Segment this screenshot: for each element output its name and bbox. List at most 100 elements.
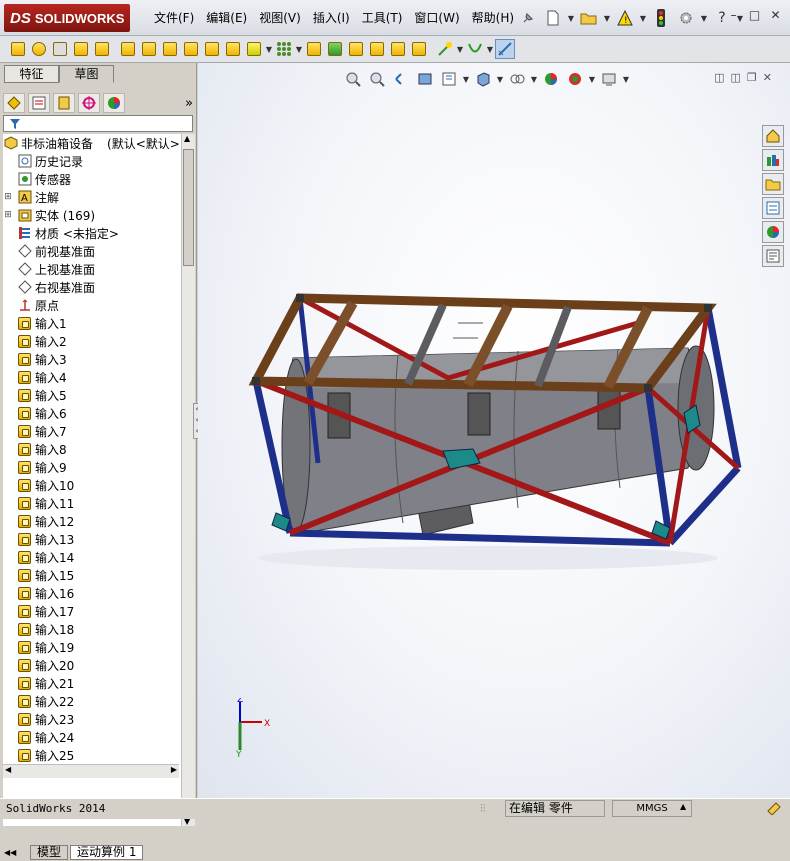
appearances-icon[interactable] <box>762 221 784 243</box>
hole-wizard-icon[interactable] <box>223 39 243 59</box>
tab-features[interactable]: 特征 <box>4 65 59 83</box>
dynamic-annotation-icon[interactable] <box>438 69 460 89</box>
tree-item-input[interactable]: 输入3 <box>3 350 181 368</box>
menu-file[interactable]: 文件(F) <box>148 9 200 27</box>
tree-item-input[interactable]: 输入1 <box>3 314 181 332</box>
tree-item[interactable]: 传感器 <box>3 170 181 188</box>
tree-vertical-scrollbar[interactable]: ▲ ▼ <box>181 134 195 826</box>
instant3d-icon[interactable] <box>495 39 515 59</box>
chevron-down-icon[interactable]: ▼ <box>496 75 504 84</box>
tab-motion-study[interactable]: 运动算例 1 <box>70 844 144 860</box>
tree-item[interactable]: 原点 <box>3 296 181 314</box>
chevron-down-icon[interactable]: ▼ <box>700 14 708 23</box>
rib-icon[interactable] <box>304 39 324 59</box>
boundary-cut-icon[interactable] <box>202 39 222 59</box>
split-horizontal-icon[interactable]: ◫ <box>731 71 741 84</box>
tree-item-input[interactable]: 输入2 <box>3 332 181 350</box>
tree-item-input[interactable]: 输入8 <box>3 440 181 458</box>
solidworks-logo[interactable]: DS SOLIDWORKS <box>4 4 130 32</box>
view-palette-icon[interactable] <box>762 197 784 219</box>
tree-item-input[interactable]: 输入20 <box>3 656 181 674</box>
tree-item[interactable]: 上视基准面 <box>3 260 181 278</box>
model-3d-view[interactable] <box>218 273 778 573</box>
menu-help[interactable]: 帮助(H) <box>466 9 520 27</box>
display-manager-icon[interactable] <box>103 93 125 113</box>
expand-panel-icon[interactable]: » <box>185 96 193 111</box>
chevron-down-icon[interactable]: ▼ <box>588 75 596 84</box>
chevron-down-icon[interactable]: ▼ <box>456 45 464 54</box>
zoom-to-fit-icon[interactable] <box>342 69 364 89</box>
menu-insert[interactable]: 插入(I) <box>307 9 356 27</box>
extruded-cut-icon[interactable] <box>118 39 138 59</box>
tree-item-input[interactable]: 输入22 <box>3 692 181 710</box>
tree-item-input[interactable]: 输入15 <box>3 566 181 584</box>
tree-item-input[interactable]: 输入24 <box>3 728 181 746</box>
zoom-to-area-icon[interactable] <box>366 69 388 89</box>
tree-item-input[interactable]: 输入12 <box>3 512 181 530</box>
tree-item-input[interactable]: 输入10 <box>3 476 181 494</box>
options-gear-icon[interactable] <box>675 8 697 28</box>
tree-item-input[interactable]: 输入13 <box>3 530 181 548</box>
file-explorer-icon[interactable] <box>762 173 784 195</box>
scroll-right-icon[interactable]: ▶ <box>171 765 177 774</box>
tree-item-input[interactable]: 输入16 <box>3 584 181 602</box>
tree-item-input[interactable]: 输入23 <box>3 710 181 728</box>
edit-appearance-icon[interactable] <box>540 69 562 89</box>
chevron-down-icon[interactable]: ▼ <box>622 75 630 84</box>
section-view-icon[interactable] <box>414 69 436 89</box>
tree-item-input[interactable]: 输入11 <box>3 494 181 512</box>
feature-manager-tree-icon[interactable] <box>3 93 25 113</box>
tree-item-input[interactable]: 输入18 <box>3 620 181 638</box>
rebuild-warning-icon[interactable]: ! <box>614 8 636 28</box>
tree-item-input[interactable]: 输入14 <box>3 548 181 566</box>
menu-tools[interactable]: 工具(T) <box>356 9 409 27</box>
chevron-down-icon[interactable]: ▼ <box>639 14 647 23</box>
dimxpert-manager-icon[interactable] <box>78 93 100 113</box>
wrap-icon[interactable] <box>367 39 387 59</box>
solidworks-resources-icon[interactable] <box>762 125 784 147</box>
property-manager-icon[interactable] <box>28 93 50 113</box>
chevron-down-icon[interactable]: ▼ <box>530 75 538 84</box>
draft-icon[interactable] <box>325 39 345 59</box>
scroll-left-icon[interactable]: ◀ <box>5 765 11 774</box>
tree-item[interactable]: 历史记录 <box>3 152 181 170</box>
tree-item-input[interactable]: 输入7 <box>3 422 181 440</box>
design-library-icon[interactable] <box>762 149 784 171</box>
new-document-icon[interactable] <box>542 8 564 28</box>
tree-item[interactable]: 材质 <未指定> <box>3 224 181 242</box>
tree-item-input[interactable]: 输入6 <box>3 404 181 422</box>
curves-icon[interactable] <box>465 39 485 59</box>
tree-item-input[interactable]: 输入19 <box>3 638 181 656</box>
pin-icon[interactable] <box>517 8 539 28</box>
shell-icon[interactable] <box>346 39 366 59</box>
fillet-icon[interactable] <box>244 39 264 59</box>
custom-properties-icon[interactable] <box>762 245 784 267</box>
tree-item-input[interactable]: 输入25 <box>3 746 181 764</box>
tree-item-input[interactable]: 输入17 <box>3 602 181 620</box>
rebuild-status-icon[interactable] <box>766 801 782 818</box>
menu-edit[interactable]: 编辑(E) <box>200 9 253 27</box>
lofted-boss-icon[interactable] <box>71 39 91 59</box>
extruded-boss-icon[interactable] <box>8 39 28 59</box>
close-viewport-icon[interactable]: ✕ <box>763 71 772 84</box>
tree-item[interactable]: ⊞ A 注解 <box>3 188 181 206</box>
close-icon[interactable]: ✕ <box>767 9 784 24</box>
swept-boss-icon[interactable] <box>50 39 70 59</box>
tab-nav-arrows[interactable]: ◀◀ <box>4 848 28 857</box>
tree-item-input[interactable]: 输入21 <box>3 674 181 692</box>
chevron-down-icon[interactable]: ▼ <box>265 45 273 54</box>
menu-window[interactable]: 窗口(W) <box>408 9 465 27</box>
swept-cut-icon[interactable] <box>160 39 180 59</box>
reference-geometry-icon[interactable] <box>435 39 455 59</box>
maximize-icon[interactable]: □ <box>746 9 763 24</box>
tab-model[interactable]: 模型 <box>30 844 69 860</box>
tab-sketch[interactable]: 草图 <box>59 65 114 83</box>
units-dropdown-icon[interactable]: ▲ <box>680 802 686 811</box>
boundary-boss-icon[interactable] <box>92 39 112 59</box>
chevron-down-icon[interactable]: ▼ <box>603 14 611 23</box>
tree-item-input[interactable]: 输入4 <box>3 368 181 386</box>
tree-filter[interactable] <box>3 115 193 132</box>
display-style-icon[interactable] <box>506 69 528 89</box>
tree-item[interactable]: 右视基准面 <box>3 278 181 296</box>
graphics-area[interactable]: ▼ ▼ ▼ ▼ ▼ ◫ ◫ ❐ ✕ X Z Y <box>198 63 790 798</box>
